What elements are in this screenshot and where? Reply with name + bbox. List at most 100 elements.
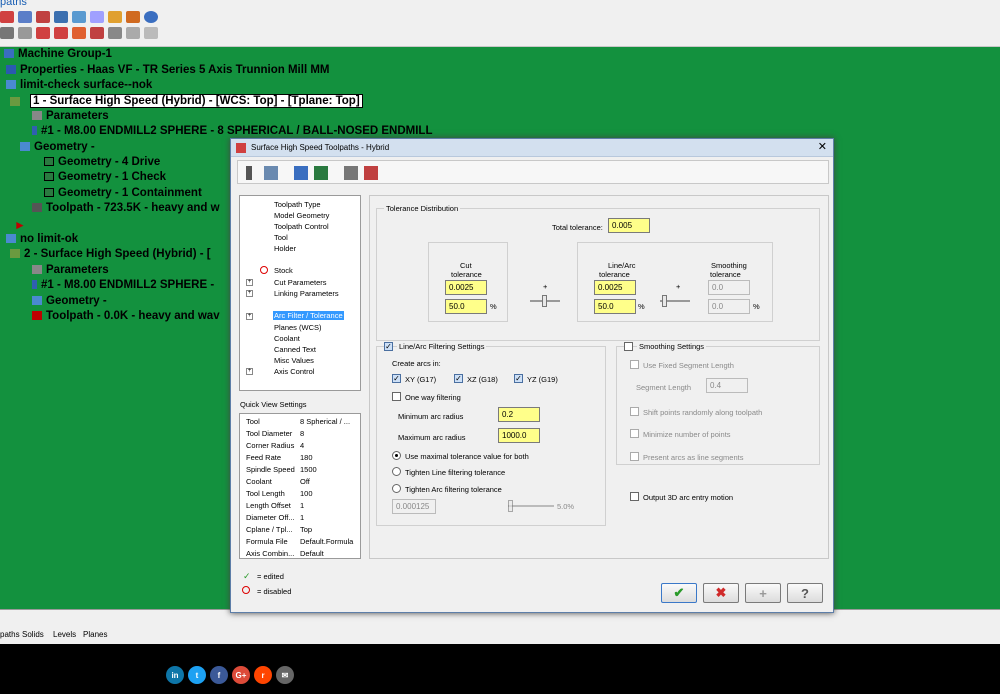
slider-knob[interactable] — [508, 500, 513, 512]
minimize-points-checkbox[interactable] — [630, 429, 639, 438]
tree-operation-2[interactable]: 2 - Surface High Speed (Hybrid) - [ — [10, 248, 211, 260]
nav-arc-filter-tolerance[interactable]: Arc Filter / Tolerance — [273, 311, 344, 320]
slider-knob[interactable] — [662, 295, 667, 307]
cut-tolerance-input[interactable]: 0.0025 — [445, 280, 487, 295]
expand-icon[interactable]: + — [246, 313, 253, 320]
select-icon[interactable] — [18, 11, 32, 23]
tree-geometry-check[interactable]: Geometry - 1 Check — [44, 171, 166, 183]
max-radius-input[interactable]: 1000.0 — [498, 428, 540, 443]
tab-toolpaths[interactable]: paths — [0, 630, 20, 639]
present-arcs-checkbox[interactable] — [630, 452, 639, 461]
cancel-button[interactable]: ✖ — [703, 583, 739, 603]
display-icon[interactable] — [18, 27, 32, 39]
delete-x-icon[interactable] — [36, 11, 50, 23]
yz-checkbox[interactable]: ✓ — [514, 374, 523, 383]
tab-levels[interactable]: Levels — [53, 630, 76, 639]
facebook-icon[interactable]: f — [210, 666, 228, 684]
output-3d-arc-checkbox[interactable] — [630, 492, 639, 501]
save-icon[interactable] — [294, 166, 308, 180]
reddit-icon[interactable]: r — [254, 666, 272, 684]
expand-icon[interactable]: + — [246, 368, 253, 375]
tree-geometry-containment[interactable]: Geometry - 1 Containment — [44, 187, 202, 199]
tab-planes[interactable]: Planes — [83, 630, 107, 639]
tree-op1-toolpath[interactable]: Toolpath - 723.5K - heavy and w — [32, 202, 220, 214]
regen-icon[interactable] — [72, 11, 86, 23]
tighten-slider[interactable] — [508, 505, 554, 507]
nav-linking-parameters[interactable]: Linking Parameters — [274, 289, 339, 298]
nav-model-geometry[interactable]: Model Geometry — [274, 211, 329, 220]
xz-checkbox[interactable]: ✓ — [454, 374, 463, 383]
tree-properties[interactable]: Properties - Haas VF - TR Series 5 Axis … — [6, 64, 330, 76]
layers-icon[interactable] — [54, 11, 68, 23]
expand-icon[interactable]: + — [246, 279, 253, 286]
fixed-segment-checkbox[interactable] — [630, 360, 639, 369]
shift-points-checkbox[interactable] — [630, 407, 639, 416]
lock-icon[interactable] — [0, 27, 14, 39]
tab-solids[interactable]: Solids — [22, 630, 44, 639]
segment-length-input[interactable]: 0.4 — [706, 378, 748, 393]
insert-icon[interactable] — [72, 27, 86, 39]
smoothing-tolerance-input[interactable]: 0.0 — [708, 280, 750, 295]
tighten-line-radio[interactable] — [392, 467, 401, 476]
email-icon[interactable]: ✉ — [276, 666, 294, 684]
ok-button[interactable]: ✔ — [661, 583, 697, 603]
nav-holder[interactable]: Holder — [274, 244, 296, 253]
nav-canned-text[interactable]: Canned Text — [274, 345, 316, 354]
expand-icon[interactable]: + — [246, 290, 253, 297]
tree-op2-toolpath[interactable]: Toolpath - 0.0K - heavy and wav — [32, 310, 220, 322]
nav-stock[interactable]: Stock — [274, 266, 293, 275]
g1-icon[interactable] — [90, 11, 104, 23]
save-as-icon[interactable] — [314, 166, 328, 180]
help-icon[interactable] — [144, 11, 158, 23]
linkedin-icon[interactable]: in — [166, 666, 184, 684]
copy-icon[interactable] — [108, 27, 122, 39]
tree-geometry-drive[interactable]: Geometry - 4 Drive — [44, 156, 160, 168]
nav-toolpath-control[interactable]: Toolpath Control — [274, 222, 329, 231]
smoothing-enable-checkbox[interactable] — [624, 342, 633, 351]
wand-icon[interactable] — [126, 11, 140, 23]
tree-op2-parameters[interactable]: Parameters — [32, 264, 109, 276]
smoothing-percent-input[interactable]: 0.0 — [708, 299, 750, 314]
tighten-arc-radio[interactable] — [392, 484, 401, 493]
tool-icon[interactable] — [0, 11, 14, 23]
group-icon[interactable] — [126, 27, 140, 39]
xy-checkbox[interactable]: ✓ — [392, 374, 401, 383]
slider-knob[interactable] — [542, 295, 547, 307]
nav-misc-values[interactable]: Misc Values — [274, 356, 314, 365]
tree-group-2[interactable]: no limit-ok — [6, 233, 78, 245]
view-icon[interactable] — [264, 166, 278, 180]
tree-op1-parameters[interactable]: Parameters — [32, 110, 109, 122]
nav-cut-parameters[interactable]: Cut Parameters — [274, 278, 327, 287]
tree-group-1[interactable]: limit-check surface--nok — [6, 79, 152, 91]
tree-op1-geometry[interactable]: Geometry - — [20, 141, 95, 153]
move-down-icon[interactable] — [36, 27, 50, 39]
total-tolerance-input[interactable]: 0.005 — [608, 218, 650, 233]
filtering-enable-checkbox[interactable]: ✓ — [384, 342, 393, 351]
nav-tool[interactable]: Tool — [274, 233, 288, 242]
tree-machine-group[interactable]: Machine Group-1 — [4, 48, 112, 60]
nav-toolpath-type[interactable]: Toolpath Type — [274, 200, 321, 209]
list-icon[interactable] — [144, 27, 158, 39]
min-radius-input[interactable]: 0.2 — [498, 407, 540, 422]
nav-coolant[interactable]: Coolant — [274, 334, 300, 343]
close-icon[interactable]: ✕ — [818, 141, 827, 153]
move-up-icon[interactable] — [54, 27, 68, 39]
tool-icon[interactable] — [246, 166, 252, 180]
use-maximal-radio[interactable] — [392, 451, 401, 460]
linearc-tolerance-input[interactable]: 0.0025 — [594, 280, 636, 295]
cut-percent-input[interactable]: 50.0 — [445, 299, 487, 314]
tighten-value-input[interactable]: 0.000125 — [392, 499, 436, 514]
twitter-icon[interactable]: t — [188, 666, 206, 684]
tree-op2-tool[interactable]: #1 - M8.00 ENDMILL2 SPHERE - — [32, 279, 214, 291]
arrows-icon[interactable] — [90, 27, 104, 39]
help-button[interactable]: ? — [787, 583, 823, 603]
linearc-percent-input[interactable]: 50.0 — [594, 299, 636, 314]
tree-operation-1[interactable]: 1 - Surface High Speed (Hybrid) - [WCS: … — [30, 94, 363, 108]
apply-button[interactable]: + — [745, 583, 781, 603]
nav-planes[interactable]: Planes (WCS) — [274, 323, 322, 332]
googleplus-icon[interactable]: G+ — [232, 666, 250, 684]
reset-icon[interactable] — [364, 166, 378, 180]
one-way-checkbox[interactable] — [392, 392, 401, 401]
tree-op1-tool[interactable]: #1 - M8.00 ENDMILL2 SPHERE - 8 SPHERICAL… — [32, 125, 432, 137]
nav-axis-control[interactable]: Axis Control — [274, 367, 314, 376]
